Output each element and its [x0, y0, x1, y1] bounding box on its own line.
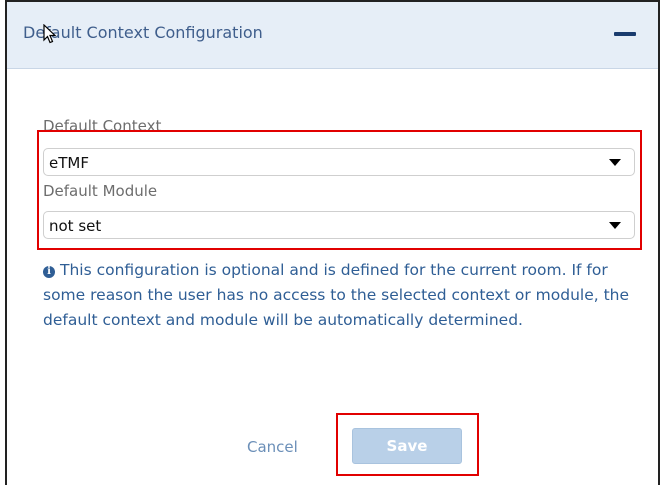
mouse-pointer-icon — [43, 24, 57, 44]
minus-icon[interactable] — [614, 32, 636, 36]
info-circle-icon: i — [43, 266, 55, 278]
save-highlight-box — [336, 413, 479, 476]
panel-title: Default Context Configuration — [23, 23, 263, 42]
config-panel: Default Context Configuration Default Co… — [5, 0, 660, 485]
selection-highlight-box — [37, 130, 642, 250]
info-text: This configuration is optional and is de… — [43, 261, 630, 329]
panel-header[interactable]: Default Context Configuration — [7, 2, 658, 69]
info-message: i This configuration is optional and is d… — [43, 258, 643, 333]
cancel-button[interactable]: Cancel — [247, 438, 298, 456]
